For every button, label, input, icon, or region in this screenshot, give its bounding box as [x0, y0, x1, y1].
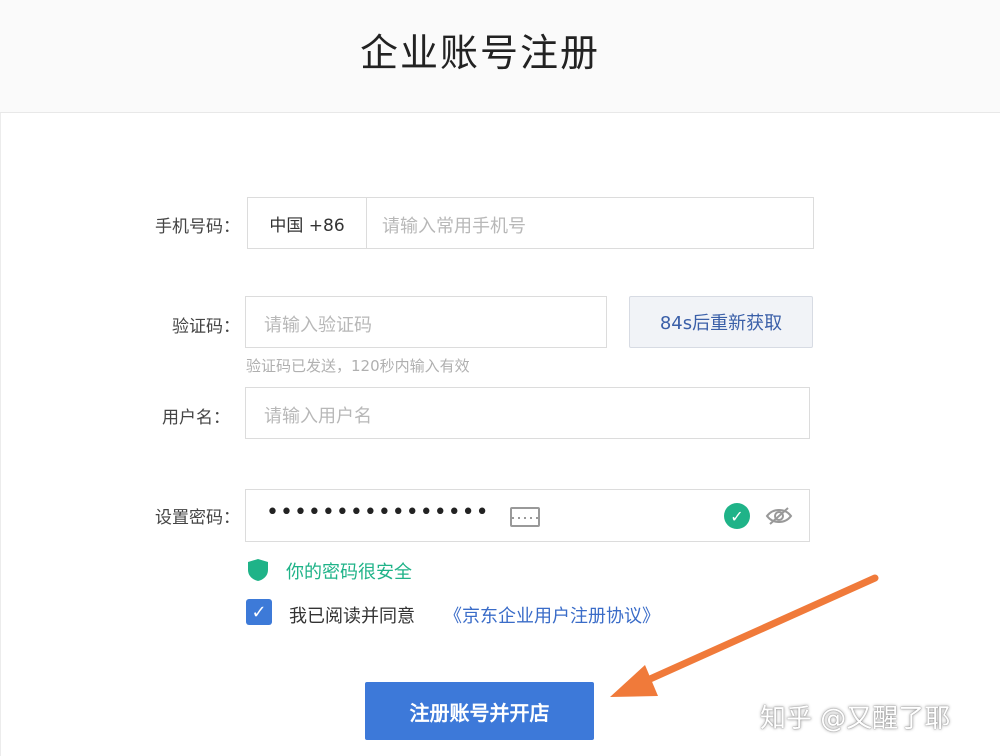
keyboard-icon[interactable]	[510, 507, 540, 527]
page-title: 企业账号注册	[359, 31, 600, 75]
code-input[interactable]: 请输入验证码	[245, 296, 607, 348]
divider	[0, 0, 1, 756]
resend-code-button[interactable]: 84s后重新获取	[629, 296, 813, 348]
shield-icon	[248, 559, 268, 581]
page-header: 企业账号注册	[0, 0, 1000, 113]
password-label: 设置密码：	[155, 508, 240, 528]
check-circle-icon: ✓	[724, 503, 750, 529]
username-label: 用户名：	[162, 408, 230, 428]
arrow-annotation	[610, 574, 879, 697]
register-submit-button[interactable]: 注册账号并开店	[365, 682, 594, 740]
registration-page: 企业账号注册 手机号码： 中国 +86 请输入常用手机号 验证码： 请输入验证码…	[0, 0, 1000, 756]
code-label: 验证码：	[172, 317, 240, 337]
password-strength-text: 你的密码很安全	[286, 562, 412, 583]
username-input-placeholder[interactable]: 请输入用户名	[264, 402, 372, 428]
code-input-placeholder[interactable]: 请输入验证码	[264, 311, 372, 337]
eye-hidden-icon[interactable]	[765, 505, 793, 527]
password-value[interactable]: ••••••••••••••••	[266, 500, 490, 525]
agreement-checkbox[interactable]: ✓	[246, 599, 272, 625]
phone-field[interactable]: 中国 +86 请输入常用手机号	[247, 197, 814, 249]
phone-input-placeholder[interactable]: 请输入常用手机号	[382, 212, 526, 238]
agreement-text: 我已阅读并同意	[289, 606, 415, 627]
code-sent-hint: 验证码已发送，120秒内输入有效	[246, 357, 470, 375]
watermark: 知乎 @又醒了耶	[760, 704, 951, 734]
username-input[interactable]: 请输入用户名	[245, 387, 810, 439]
phone-label: 手机号码：	[155, 217, 240, 237]
country-code-select[interactable]: 中国 +86	[248, 198, 367, 248]
